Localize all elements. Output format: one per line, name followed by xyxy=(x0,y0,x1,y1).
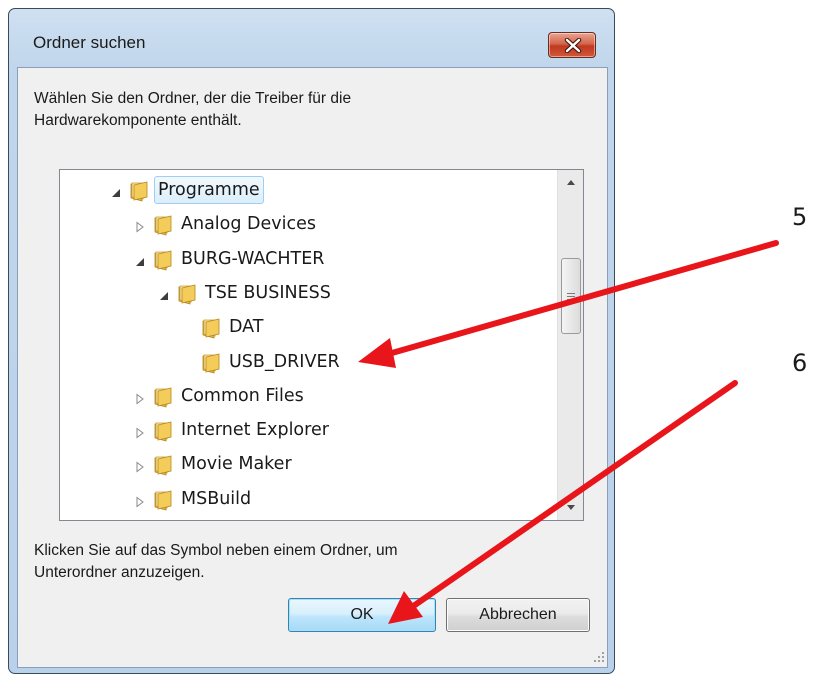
annotation-arrow-1 xyxy=(382,240,779,358)
annotation-arrowhead-1 xyxy=(358,338,396,368)
annotation-arrows xyxy=(358,240,779,624)
annotation-arrow-group xyxy=(358,240,779,624)
annotation-arrowhead-2 xyxy=(388,591,423,624)
annotation-arrow-2 xyxy=(409,380,738,610)
